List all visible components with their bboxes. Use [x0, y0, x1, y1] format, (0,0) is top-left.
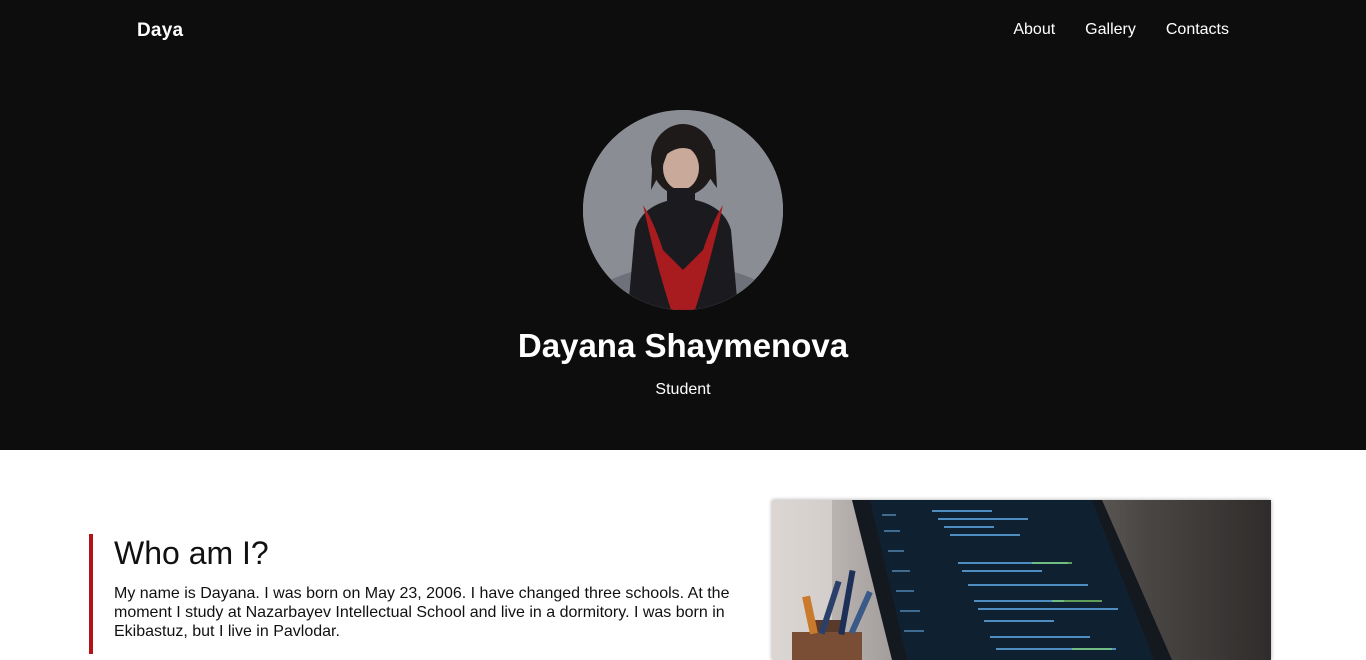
avatar-photo-icon	[583, 110, 783, 310]
brand-logo[interactable]: Daya	[137, 20, 183, 42]
nav-link-about[interactable]: About	[1013, 21, 1055, 39]
nav-link-gallery[interactable]: Gallery	[1085, 21, 1136, 39]
about-title: Who am I?	[114, 535, 269, 571]
about-text: My name is Dayana. I was born on May 23,…	[114, 585, 730, 640]
nav-links: About Gallery Contacts	[1013, 21, 1229, 39]
laptop-code-photo-icon	[772, 500, 1271, 660]
top-navbar: Daya About Gallery Contacts	[0, 0, 1366, 62]
avatar	[583, 110, 783, 310]
about-section: Who am I? My name is Dayana. I was born …	[89, 534, 749, 654]
hero-section: Daya About Gallery Contacts Dayana Shaym…	[0, 0, 1366, 450]
hero-role: Student	[655, 381, 711, 398]
nav-link-contacts[interactable]: Contacts	[1166, 21, 1229, 39]
feature-image	[772, 500, 1271, 660]
hero-name: Dayana Shaymenova	[517, 327, 849, 364]
